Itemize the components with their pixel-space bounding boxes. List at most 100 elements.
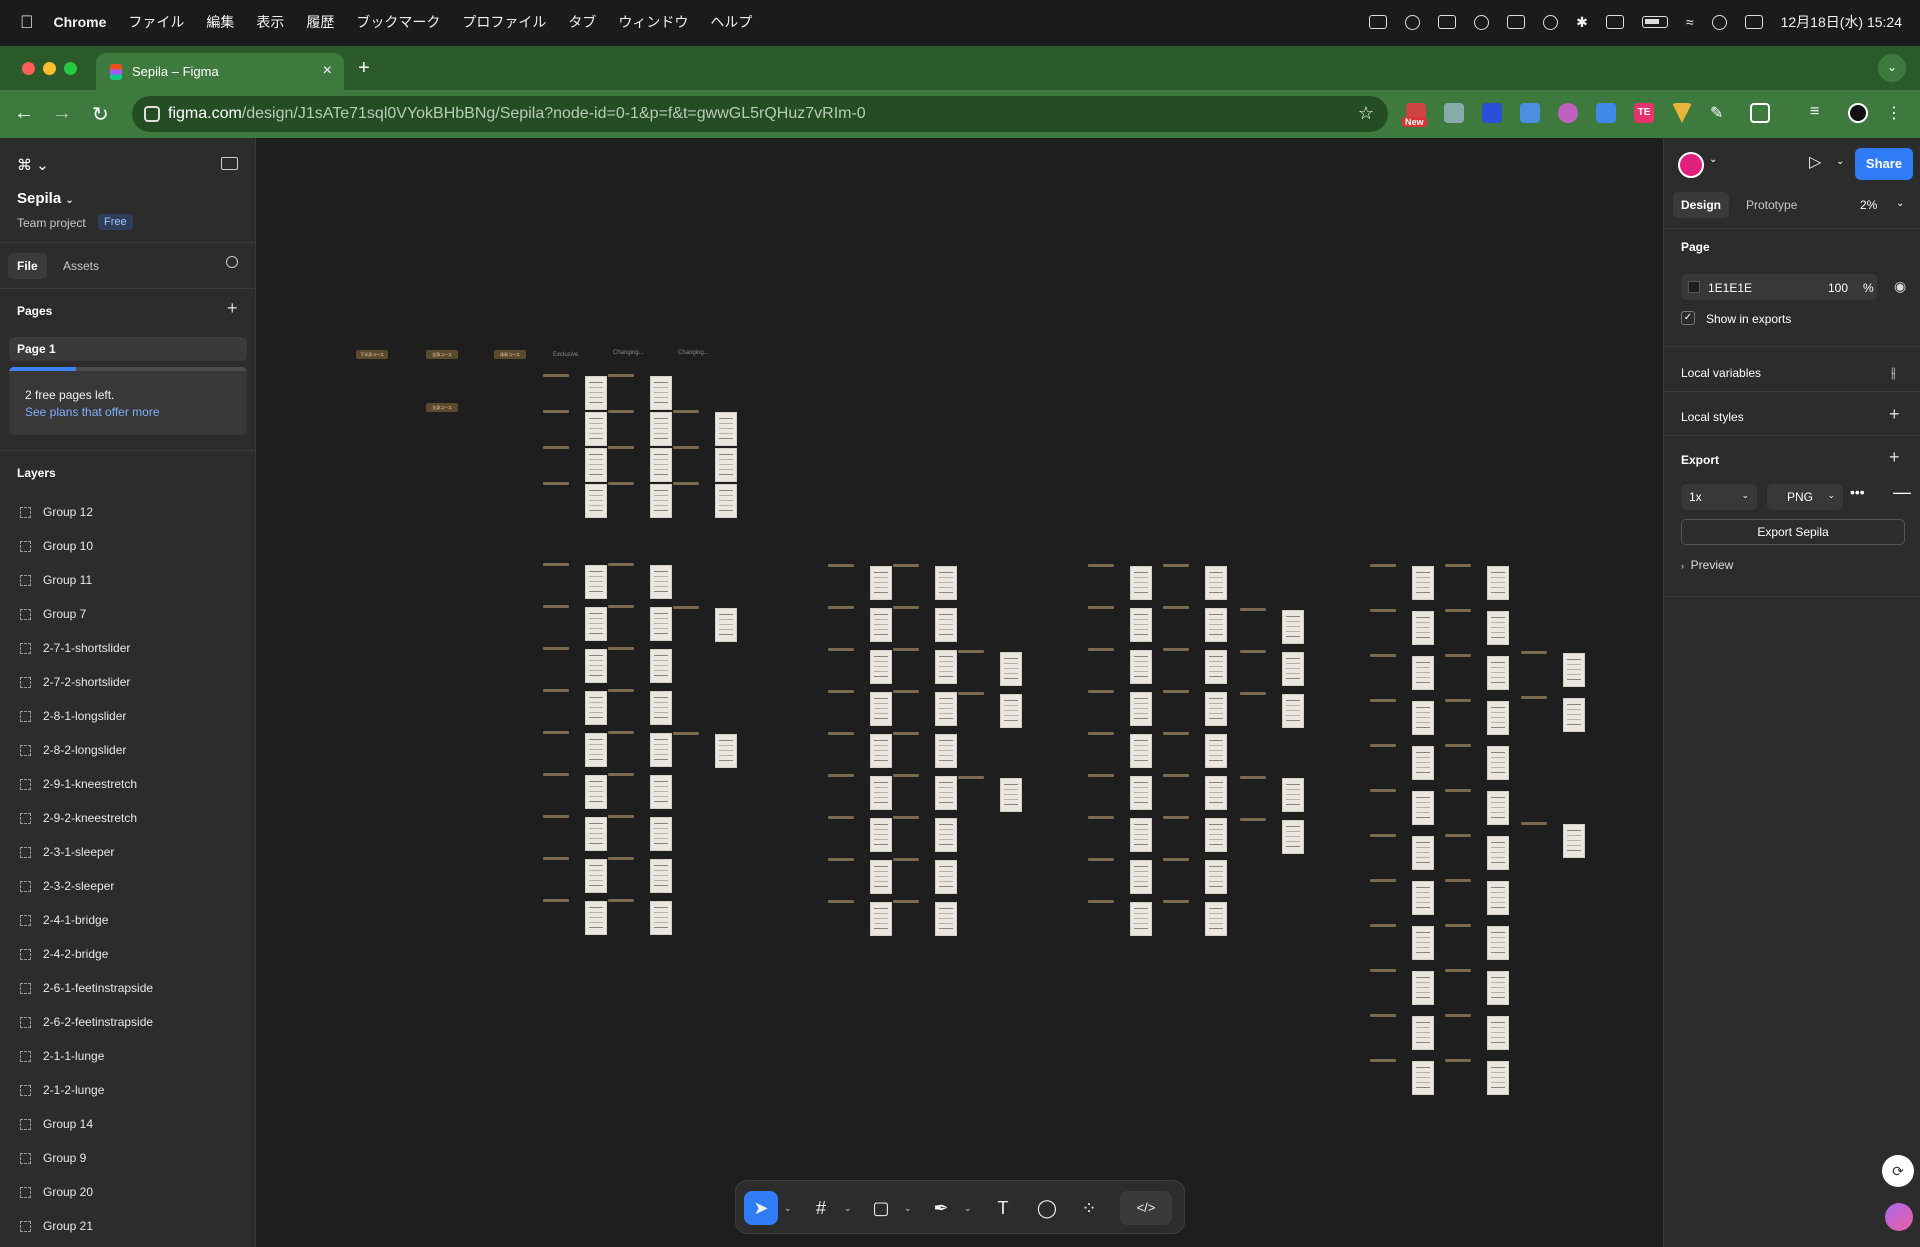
control-center-icon[interactable] — [1744, 15, 1763, 29]
frame-tool-icon[interactable]: # — [804, 1191, 838, 1225]
extension-printer-icon[interactable] — [1444, 103, 1464, 123]
canvas-frame[interactable] — [935, 734, 957, 768]
reload-icon[interactable]: ↻ — [92, 102, 109, 127]
toggle-sidebar-icon[interactable] — [221, 157, 238, 170]
tab-prototype[interactable]: Prototype — [1746, 198, 1797, 212]
canvas-frame[interactable] — [1205, 776, 1227, 810]
headphones-icon[interactable] — [1474, 14, 1490, 30]
canvas-frame[interactable] — [935, 692, 957, 726]
canvas-frame[interactable] — [1130, 692, 1152, 726]
variables-settings-icon[interactable]: ⫲ — [1891, 364, 1896, 381]
canvas-frame[interactable] — [715, 412, 737, 446]
extension-blue-icon[interactable] — [1482, 103, 1502, 123]
canvas-frame[interactable] — [1282, 820, 1304, 854]
canvas-frame[interactable] — [870, 692, 892, 726]
project-name[interactable]: Sepila ⌄ — [17, 190, 74, 207]
search-layers-icon[interactable] — [226, 256, 238, 268]
canvas-frame[interactable] — [1282, 610, 1304, 644]
canvas-frame[interactable] — [1130, 776, 1152, 810]
canvas-frame[interactable] — [935, 818, 957, 852]
wifi-icon[interactable]: ≈ — [1686, 14, 1694, 30]
layer-item[interactable]: Group 20 — [0, 1177, 256, 1207]
bookmark-star-icon[interactable]: ☆ — [1358, 103, 1374, 124]
play-circle-icon[interactable] — [1543, 14, 1559, 30]
menu-window[interactable]: ウィンドウ — [618, 12, 688, 32]
chevron-down-icon[interactable]: ⌄ — [1896, 198, 1904, 209]
menu-view[interactable]: 表示 — [256, 12, 284, 32]
pen-tool-icon[interactable]: ✒ — [924, 1191, 958, 1225]
canvas-chip[interactable]: 体幹コース — [494, 350, 526, 359]
layer-item[interactable]: Group 11 — [0, 565, 256, 595]
layer-item[interactable]: 2-3-2-sleeper — [0, 871, 256, 901]
ai-assistant-icon[interactable] — [1885, 1203, 1913, 1231]
profile-avatar-icon[interactable] — [1848, 103, 1868, 123]
canvas-frame[interactable] — [585, 775, 607, 809]
canvas-frame[interactable] — [650, 649, 672, 683]
layer-item[interactable]: 2-4-2-bridge — [0, 939, 256, 969]
design-canvas[interactable]: 下半身コース 全身コース 体幹コース 全身コース Exclusive Chang… — [257, 138, 1663, 1247]
canvas-frame[interactable] — [1412, 971, 1434, 1005]
export-button[interactable]: Export Sepila — [1681, 519, 1905, 545]
canvas-frame[interactable] — [1487, 881, 1509, 915]
canvas-frame[interactable] — [1205, 860, 1227, 894]
canvas-frame[interactable] — [715, 448, 737, 482]
canvas-frame[interactable] — [585, 817, 607, 851]
extension-bolt-icon[interactable] — [1596, 103, 1616, 123]
chevron-down-icon[interactable]: ⌄ — [844, 1203, 852, 1214]
canvas-frame[interactable] — [1487, 701, 1509, 735]
layer-item[interactable]: 2-6-1-feetinstrapside — [0, 973, 256, 1003]
canvas-frame[interactable] — [1000, 652, 1022, 686]
battery-icon[interactable] — [1641, 16, 1668, 28]
menu-bookmarks[interactable]: ブックマーク — [356, 12, 440, 32]
add-page-icon[interactable]: + — [227, 298, 238, 319]
canvas-frame[interactable] — [585, 607, 607, 641]
help-icon[interactable]: ⟳ — [1882, 1155, 1914, 1187]
address-bar[interactable]: figma.com/design/J1sATe71sql0VYokBHbBNg/… — [132, 96, 1388, 132]
canvas-frame[interactable] — [650, 733, 672, 767]
canvas-frame[interactable] — [870, 860, 892, 894]
canvas-frame[interactable] — [1412, 611, 1434, 645]
canvas-frame[interactable] — [1487, 836, 1509, 870]
extension-vue-icon[interactable] — [1672, 103, 1692, 123]
forward-icon[interactable]: → — [52, 102, 72, 125]
share-button[interactable]: Share — [1855, 148, 1913, 180]
canvas-frame[interactable] — [1412, 656, 1434, 690]
canvas-frame[interactable] — [935, 902, 957, 936]
canvas-frame[interactable] — [1487, 656, 1509, 690]
menu-help[interactable]: ヘルプ — [710, 12, 752, 32]
window-minimize-icon[interactable] — [43, 62, 56, 75]
window-zoom-icon[interactable] — [64, 62, 77, 75]
canvas-frame[interactable] — [1487, 566, 1509, 600]
background-opacity[interactable]: 100 — [1828, 281, 1848, 295]
canvas-frame[interactable] — [650, 607, 672, 641]
canvas-frame[interactable] — [1000, 778, 1022, 812]
canvas-frame[interactable] — [1130, 734, 1152, 768]
canvas-frame[interactable] — [585, 448, 607, 482]
canvas-frame[interactable] — [585, 691, 607, 725]
canvas-frame[interactable] — [870, 902, 892, 936]
layer-item[interactable]: Group 12 — [0, 497, 256, 527]
preview-toggle[interactable]: › Preview — [1681, 558, 1733, 572]
menu-edit[interactable]: 編集 — [206, 12, 234, 32]
canvas-frame[interactable] — [1205, 566, 1227, 600]
layer-item[interactable]: 2-8-2-longslider — [0, 735, 256, 765]
canvas-frame[interactable] — [1487, 1061, 1509, 1095]
canvas-frame[interactable] — [935, 776, 957, 810]
layer-item[interactable]: 2-6-2-feetinstrapside — [0, 1007, 256, 1037]
page-item[interactable]: Page 1 — [9, 337, 247, 361]
canvas-frame[interactable] — [585, 376, 607, 410]
canvas-frame[interactable] — [585, 484, 607, 518]
canvas-frame[interactable] — [1130, 902, 1152, 936]
add-export-icon[interactable]: + — [1889, 447, 1900, 468]
canvas-frame[interactable] — [935, 860, 957, 894]
chevron-down-icon[interactable]: ⌄ — [1709, 154, 1717, 165]
comment-tool-icon[interactable]: ◯ — [1030, 1191, 1064, 1225]
canvas-frame[interactable] — [1412, 926, 1434, 960]
canvas-chip[interactable]: 全身コース — [426, 350, 458, 359]
menubar-clock[interactable]: 12月18日(水) 15:24 — [1781, 12, 1902, 32]
airdrop-icon[interactable] — [1405, 14, 1421, 30]
canvas-frame[interactable] — [1205, 650, 1227, 684]
show-in-exports-checkbox[interactable]: ✓ — [1681, 311, 1695, 325]
rectangle-tool-icon[interactable]: ▢ — [864, 1191, 898, 1225]
canvas-frame[interactable] — [1412, 1016, 1434, 1050]
